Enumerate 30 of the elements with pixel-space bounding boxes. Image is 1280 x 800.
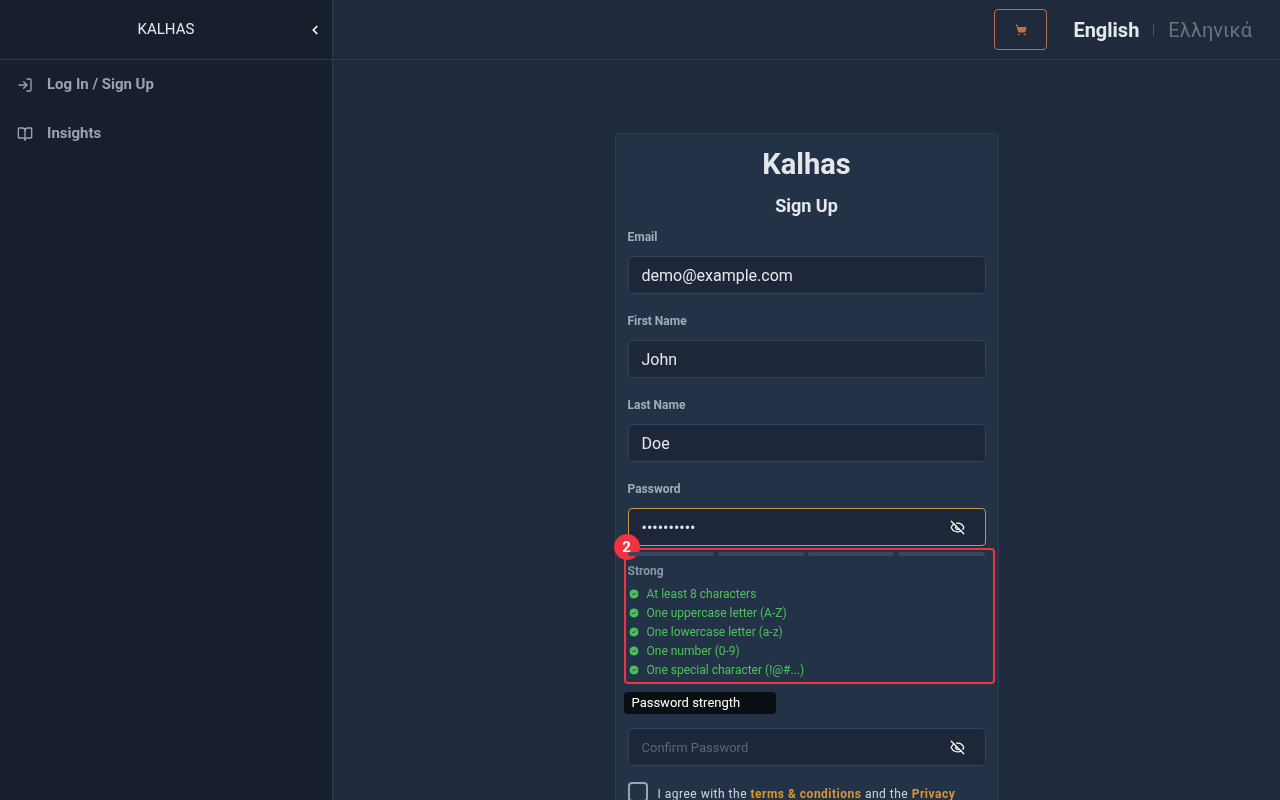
- login-icon: [17, 76, 33, 93]
- eye-off-icon[interactable]: [949, 520, 965, 535]
- input-field[interactable]: Doe: [627, 424, 986, 462]
- requirement-text: One uppercase letter (A-Z): [646, 605, 787, 621]
- sidebar-title: KALHAS: [137, 19, 195, 41]
- annotation-badge: 2: [613, 534, 640, 560]
- field-label: Last Name: [627, 397, 687, 414]
- confirm-password-field[interactable]: Confirm Password: [627, 728, 986, 766]
- requirement-text: One special character (!@#...): [646, 662, 805, 678]
- requirement-text: One number (0-9): [646, 643, 740, 659]
- sidebar-item[interactable]: Insights: [0, 109, 332, 158]
- sidebar-item[interactable]: Log In / Sign Up: [0, 60, 332, 109]
- strength-label: Strong: [627, 563, 665, 580]
- brand-title: Kalhas: [761, 146, 852, 182]
- input-field[interactable]: John: [627, 340, 986, 378]
- book-icon: [17, 125, 33, 142]
- input-field[interactable]: demo@example.com: [627, 256, 986, 294]
- field-label: Password: [627, 481, 682, 498]
- requirement-text: One lowercase letter (a-z): [646, 624, 783, 640]
- field-label: Email: [627, 229, 659, 246]
- cart-button[interactable]: [994, 9, 1048, 50]
- field-label: First Name: [627, 313, 688, 330]
- agree-text: I agree with the terms & conditions and the Privacy: [657, 786, 956, 800]
- tooltip: Password strength: [623, 692, 776, 714]
- requirement-text: At least 8 characters: [646, 586, 757, 602]
- cart-icon: [1014, 23, 1027, 36]
- eye-off-icon[interactable]: [949, 740, 965, 755]
- agree-checkbox[interactable]: [627, 782, 648, 800]
- language-link[interactable]: English: [1073, 14, 1140, 45]
- form-title: Sign Up: [774, 194, 839, 218]
